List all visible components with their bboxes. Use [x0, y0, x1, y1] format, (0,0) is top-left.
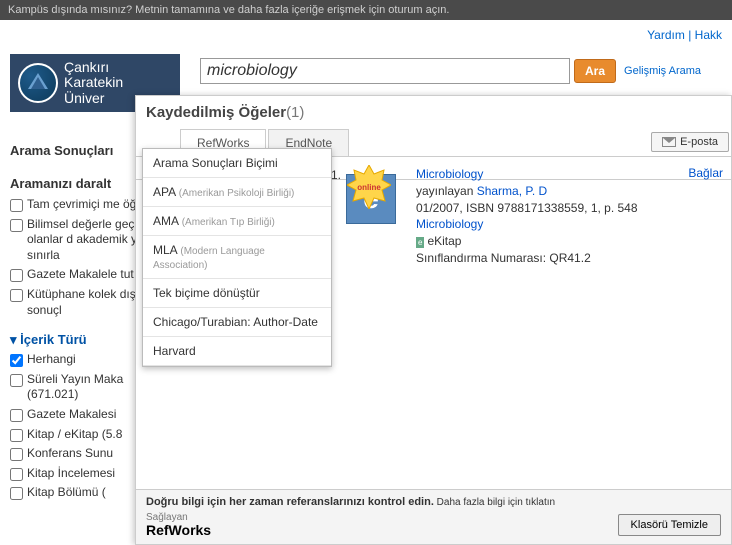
- email-button[interactable]: E-posta: [651, 132, 729, 152]
- result-title[interactable]: Microbiology: [416, 167, 483, 181]
- checkbox[interactable]: [10, 354, 23, 367]
- publisher-label: yayınlayan: [416, 184, 477, 198]
- author-link[interactable]: Sharma, P. D: [477, 184, 547, 198]
- checkbox[interactable]: [10, 468, 23, 481]
- search-bar: Ara Gelişmiş Arama: [200, 58, 701, 84]
- checkbox[interactable]: [10, 448, 23, 461]
- item-type: eKitap: [427, 234, 461, 248]
- search-button[interactable]: Ara: [574, 59, 616, 83]
- search-input[interactable]: [200, 58, 570, 84]
- citation-note: Doğru bilgi için her zaman referansların…: [146, 496, 721, 508]
- about-link[interactable]: Hakk: [695, 28, 722, 42]
- panel-footer: Doğru bilgi için her zaman referansların…: [136, 489, 731, 544]
- logo-icon: [18, 63, 58, 103]
- panel-title: Kaydedilmiş Öğeler(1): [136, 96, 731, 129]
- citation-format-menu: Arama Sonuçları Biçimi APA (Amerikan Psi…: [142, 148, 332, 367]
- checkbox[interactable]: [10, 429, 23, 442]
- menu-harvard[interactable]: Harvard: [143, 337, 331, 366]
- checkbox[interactable]: [10, 374, 23, 387]
- links-action[interactable]: Bağlar: [688, 166, 723, 180]
- pub-info: 01/2007, ISBN 9788171338559, 1, p. 548: [416, 201, 638, 215]
- online-badge-icon: online: [347, 165, 391, 209]
- envelope-icon: [662, 137, 676, 147]
- help-link[interactable]: Yardım: [647, 28, 685, 42]
- checkbox[interactable]: [10, 269, 23, 282]
- checkbox[interactable]: [10, 487, 23, 500]
- checkbox[interactable]: [10, 409, 23, 422]
- subject-link[interactable]: Microbiology: [416, 217, 483, 231]
- result-number: 1.: [331, 168, 341, 182]
- result-metadata: Microbiology yayınlayan Sharma, P. D 01/…: [416, 166, 638, 267]
- menu-chicago[interactable]: Chicago/Turabian: Author-Date: [143, 308, 331, 337]
- ebook-icon: e online: [346, 174, 396, 224]
- logo-text: Çankırı Karatekin Üniver: [64, 60, 123, 106]
- saved-items-panel: Kaydedilmiş Öğeler(1) Ver: RefWorks EndN…: [135, 95, 732, 545]
- clear-folder-button[interactable]: Klasörü Temizle: [618, 514, 721, 536]
- header-links: Yardım | Hakk: [0, 20, 732, 50]
- menu-ama[interactable]: AMA (Amerikan Tıp Birliği): [143, 207, 331, 236]
- provider-label: Sağlayan RefWorks: [146, 512, 211, 538]
- checkbox[interactable]: [10, 289, 23, 302]
- menu-mla[interactable]: MLA (Modern Language Association): [143, 236, 331, 279]
- menu-results-format[interactable]: Arama Sonuçları Biçimi: [143, 149, 331, 178]
- checkbox[interactable]: [10, 219, 23, 232]
- menu-apa[interactable]: APA (Amerikan Psikoloji Birliği): [143, 178, 331, 207]
- advanced-search-link[interactable]: Gelişmiş Arama: [624, 65, 701, 77]
- ebook-badge-icon: e: [416, 237, 424, 248]
- menu-single[interactable]: Tek biçime dönüştür: [143, 279, 331, 308]
- online-text: online: [357, 183, 381, 192]
- classification: Sınıflandırma Numarası: QR41.2: [416, 251, 591, 265]
- login-banner: Kampüs dışında mısınız? Metnin tamamına …: [0, 0, 732, 20]
- checkbox[interactable]: [10, 199, 23, 212]
